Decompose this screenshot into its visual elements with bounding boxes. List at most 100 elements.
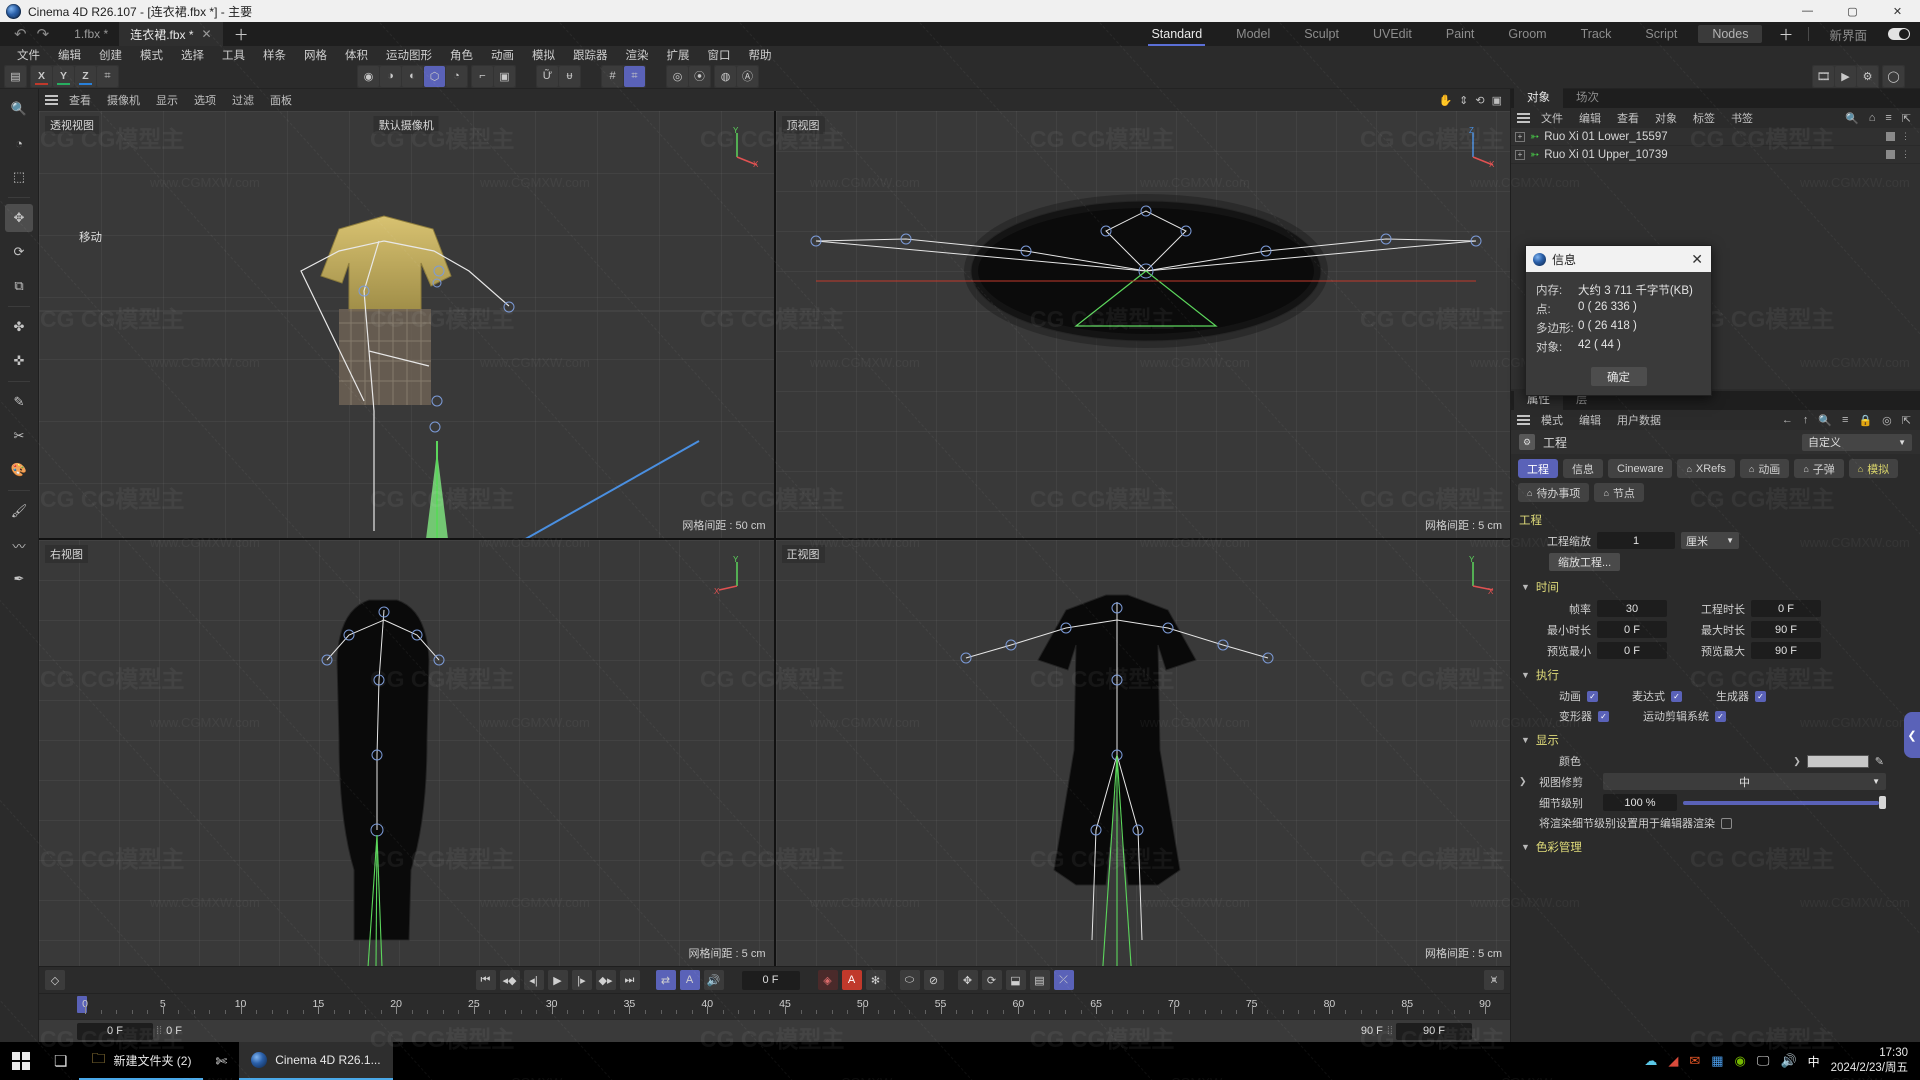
om-menu-file[interactable]: 文件 bbox=[1533, 110, 1571, 126]
tab-objects[interactable]: 对象 bbox=[1514, 87, 1563, 108]
key-position-icon[interactable]: ⬭ bbox=[899, 970, 920, 990]
exec-generator-checkbox[interactable]: ✓ bbox=[1755, 690, 1766, 702]
om-menu-object[interactable]: 对象 bbox=[1647, 110, 1685, 126]
magnet-icon[interactable]: ◔ bbox=[5, 129, 33, 157]
cloud-icon[interactable]: ☁ bbox=[1644, 1053, 1657, 1069]
go-to-start-icon[interactable]: ⏮ bbox=[475, 970, 496, 990]
back-arrow-icon[interactable]: ← bbox=[1782, 414, 1793, 427]
next-frame-icon[interactable]: |▸ bbox=[571, 970, 592, 990]
viewport-solo-icon[interactable]: ▣ bbox=[494, 65, 515, 87]
pill-todo[interactable]: ⌂ 待办事项 bbox=[1518, 483, 1590, 502]
vpmenu-display[interactable]: 显示 bbox=[148, 92, 186, 108]
rotate-tool-icon[interactable]: ⟳ bbox=[5, 238, 33, 266]
key-scale-icon[interactable]: ⊘ bbox=[923, 970, 944, 990]
play-icon[interactable]: ▶ bbox=[547, 970, 568, 990]
expander-icon[interactable]: + bbox=[1515, 149, 1525, 160]
add-document-button[interactable]: ＋ bbox=[223, 22, 260, 46]
viewport-perspective[interactable]: 透视视图 默认摄像机 移动 网格间距 : 50 cm Y X bbox=[39, 111, 774, 538]
undo-icon[interactable]: ↶ bbox=[14, 25, 27, 43]
time-group-header[interactable]: ▼ 时间 bbox=[1511, 573, 1920, 598]
store-icon[interactable]: ▦ bbox=[1711, 1053, 1723, 1069]
tag-icon[interactable] bbox=[1886, 150, 1895, 159]
knife-icon[interactable]: ✂ bbox=[5, 422, 33, 450]
start-button[interactable] bbox=[0, 1042, 42, 1080]
pan-icon[interactable]: ✋ bbox=[1438, 94, 1452, 107]
key-param-pos-icon[interactable]: ✥ bbox=[957, 970, 978, 990]
viewport-right[interactable]: 右视图 网格间距 : 5 cm Y X bbox=[39, 539, 774, 966]
menu-tools[interactable]: 工具 bbox=[213, 47, 254, 63]
collapse-panel-button[interactable]: ❮ bbox=[1904, 712, 1920, 758]
go-to-end-icon[interactable]: ⏭ bbox=[619, 970, 640, 990]
redo-icon[interactable]: ↷ bbox=[37, 25, 50, 43]
network-icon[interactable]: 🖵 bbox=[1757, 1053, 1770, 1069]
key-disable-icon[interactable]: ⤫ bbox=[1053, 970, 1074, 990]
visibility-dots-icon[interactable]: ⋮ bbox=[1901, 149, 1910, 160]
render-lod-checkbox[interactable] bbox=[1721, 817, 1732, 829]
key-param-plane-icon[interactable]: ▤ bbox=[1029, 970, 1050, 990]
key-param-scale-icon[interactable]: ⬓ bbox=[1005, 970, 1026, 990]
viewport-front[interactable]: 正视图 网格间距 : 5 cm Y X bbox=[775, 539, 1510, 966]
lock-icon[interactable]: 🔒 bbox=[1858, 414, 1872, 427]
expand-icon[interactable]: ⇱ bbox=[1902, 112, 1911, 125]
nvidia-icon[interactable]: ◉ bbox=[1735, 1053, 1746, 1069]
display-lod-input[interactable]: 100 % bbox=[1603, 794, 1677, 811]
loop-icon[interactable]: ⇄ bbox=[655, 970, 676, 990]
record-icon[interactable]: ◈ bbox=[817, 970, 838, 990]
forward-arrow-icon[interactable]: ↑ bbox=[1803, 414, 1809, 427]
render-queue-icon[interactable]: ◍ bbox=[715, 65, 736, 87]
viewport-top[interactable]: 顶视图 网格间距 : 5 cm Z X bbox=[775, 111, 1510, 538]
render-region-icon[interactable]: ⦿ bbox=[689, 65, 710, 87]
tab-track[interactable]: Track bbox=[1564, 22, 1629, 46]
add-layout-button[interactable]: ＋ bbox=[1766, 22, 1805, 46]
project-length-input[interactable]: 0 F bbox=[1751, 600, 1821, 617]
range-start-field[interactable]: 0 F bbox=[77, 1022, 153, 1040]
task-view-button[interactable]: ❏ bbox=[42, 1042, 79, 1080]
am-menu-userdata[interactable]: 用户数据 bbox=[1609, 412, 1669, 428]
tab-groom[interactable]: Groom bbox=[1491, 22, 1563, 46]
tab-takes[interactable]: 场次 bbox=[1563, 87, 1612, 108]
orbit-icon[interactable]: ⟲ bbox=[1475, 94, 1484, 107]
scale-tool-icon[interactable]: ⧉ bbox=[5, 272, 33, 300]
max-length-input[interactable]: 90 F bbox=[1751, 621, 1821, 638]
vpmenu-panel[interactable]: 面板 bbox=[262, 92, 300, 108]
exec-deformer-checkbox[interactable]: ✓ bbox=[1598, 710, 1609, 722]
filter-icon[interactable]: ≡ bbox=[1885, 112, 1891, 125]
brush-icon[interactable]: ✎ bbox=[5, 388, 33, 416]
vpmenu-camera[interactable]: 摄像机 bbox=[99, 92, 148, 108]
material-sphere-icon[interactable]: ◯ bbox=[1883, 65, 1904, 87]
menu-mesh[interactable]: 网格 bbox=[295, 47, 336, 63]
model-mode-icon[interactable]: ⬡ bbox=[424, 65, 445, 87]
volume-icon[interactable]: 🔊 bbox=[1780, 1053, 1796, 1069]
move-tool-icon[interactable]: ✥ bbox=[5, 204, 33, 232]
tab-nodes[interactable]: Nodes bbox=[1698, 25, 1763, 43]
lock-x-icon[interactable]: X bbox=[31, 65, 52, 87]
pill-animation[interactable]: ⌂ 动画 bbox=[1739, 459, 1790, 478]
info-dialog[interactable]: 信息 ✕ 内存: 大约 3 711 千字节(KB) 点: 0 ( 26 336 … bbox=[1525, 245, 1712, 396]
key-param-rot-icon[interactable]: ⟳ bbox=[981, 970, 1002, 990]
current-frame-field[interactable]: 0 F bbox=[741, 970, 800, 990]
exec-motionclip-checkbox[interactable]: ✓ bbox=[1715, 710, 1726, 722]
preview-max-input[interactable]: 90 F bbox=[1751, 642, 1821, 659]
search-icon[interactable]: 🔍 bbox=[1818, 414, 1832, 427]
snap-enable-icon[interactable]: ⌗ bbox=[624, 65, 645, 87]
tab-paint[interactable]: Paint bbox=[1429, 22, 1492, 46]
list-item[interactable]: + ➳ Ruo Xi 01 Lower_15597 ⋮ bbox=[1511, 128, 1920, 146]
menu-select[interactable]: 选择 bbox=[172, 47, 213, 63]
polygon-mode-icon[interactable]: ◐ bbox=[402, 65, 423, 87]
prev-frame-icon[interactable]: ◂| bbox=[523, 970, 544, 990]
close-icon[interactable]: ✕ bbox=[202, 27, 212, 41]
menu-render[interactable]: 渲染 bbox=[617, 47, 658, 63]
menu-edit[interactable]: 编辑 bbox=[49, 47, 90, 63]
range-end-field[interactable]: 90 F bbox=[1396, 1022, 1472, 1040]
fps-input[interactable]: 30 bbox=[1597, 600, 1667, 617]
render-gear-icon[interactable]: ⚙ bbox=[1857, 65, 1878, 87]
pill-project[interactable]: 工程 bbox=[1518, 459, 1558, 478]
om-menu-edit[interactable]: 编辑 bbox=[1571, 110, 1609, 126]
object-tags[interactable]: ⋮ bbox=[1886, 131, 1920, 142]
menu-help[interactable]: 帮助 bbox=[740, 47, 781, 63]
hamburger-icon[interactable] bbox=[1517, 111, 1530, 126]
grid-snap-icon[interactable]: # bbox=[602, 65, 623, 87]
display-lod-slider[interactable] bbox=[1683, 796, 1886, 809]
taskbar-item-cinema4d[interactable]: Cinema 4D R26.1... bbox=[239, 1042, 393, 1080]
maximize-viewport-icon[interactable]: ▣ bbox=[1492, 94, 1502, 107]
